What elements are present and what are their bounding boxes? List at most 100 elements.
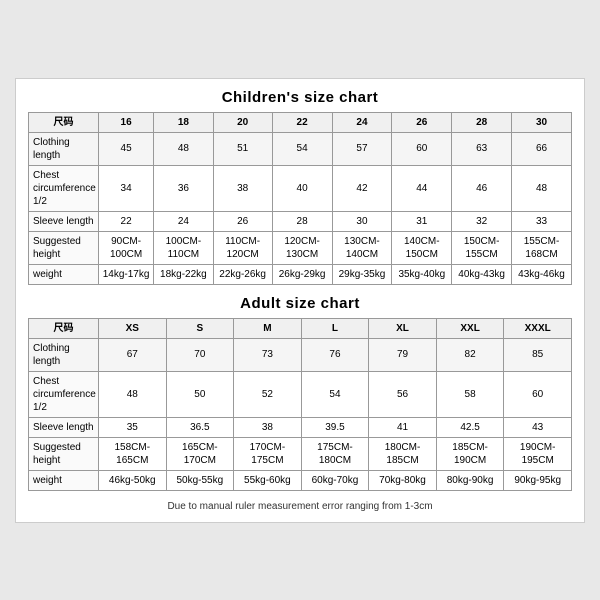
adult-cell-2-3: 39.5 <box>301 417 369 437</box>
children-cell-0-4: 57 <box>332 132 392 165</box>
children-cell-3-2: 110CM-120CM <box>213 231 272 264</box>
children-header-8: 30 <box>512 112 572 132</box>
adult-cell-1-5: 58 <box>436 371 504 417</box>
chart-container: Children's size chart 尺码1618202224262830… <box>15 78 585 523</box>
adult-cell-4-2: 55kg-60kg <box>234 470 302 490</box>
children-cell-1-5: 44 <box>392 165 452 211</box>
children-cell-1-6: 46 <box>452 165 512 211</box>
children-cell-1-0: 34 <box>99 165 154 211</box>
children-row-label-1: Chest circumference 1/2 <box>29 165 99 211</box>
children-row-2: Sleeve length2224262830313233 <box>29 211 572 231</box>
adult-chart-title: Adult size chart <box>28 295 572 312</box>
children-cell-2-6: 32 <box>452 211 512 231</box>
children-cell-4-2: 22kg-26kg <box>213 264 272 284</box>
adult-cell-1-4: 56 <box>369 371 437 417</box>
adult-cell-0-2: 73 <box>234 338 302 371</box>
children-cell-3-7: 155CM-168CM <box>512 231 572 264</box>
children-row-1: Chest circumference 1/23436384042444648 <box>29 165 572 211</box>
children-header-3: 20 <box>213 112 272 132</box>
children-row-0: Clothing length4548515457606366 <box>29 132 572 165</box>
adult-row-label-0: Clothing length <box>29 338 99 371</box>
adult-cell-2-6: 43 <box>504 417 572 437</box>
children-cell-2-1: 24 <box>154 211 213 231</box>
adult-row-label-1: Chest circumference 1/2 <box>29 371 99 417</box>
adult-cell-4-3: 60kg-70kg <box>301 470 369 490</box>
children-cell-3-3: 120CM-130CM <box>272 231 332 264</box>
children-cell-4-3: 26kg-29kg <box>272 264 332 284</box>
children-cell-2-2: 26 <box>213 211 272 231</box>
children-cell-2-5: 31 <box>392 211 452 231</box>
adult-cell-2-1: 36.5 <box>166 417 234 437</box>
adult-row-3: Suggested height158CM-165CM165CM-170CM17… <box>29 437 572 470</box>
children-header-6: 26 <box>392 112 452 132</box>
adult-cell-2-2: 38 <box>234 417 302 437</box>
children-header-5: 24 <box>332 112 392 132</box>
adult-cell-3-2: 170CM-175CM <box>234 437 302 470</box>
children-cell-0-5: 60 <box>392 132 452 165</box>
children-table: 尺码1618202224262830 Clothing length454851… <box>28 112 572 285</box>
children-header-0: 尺码 <box>29 112 99 132</box>
adult-cell-4-5: 80kg-90kg <box>436 470 504 490</box>
children-header-2: 18 <box>154 112 213 132</box>
adult-row-0: Clothing length67707376798285 <box>29 338 572 371</box>
children-cell-3-6: 150CM-155CM <box>452 231 512 264</box>
children-row-label-3: Suggested height <box>29 231 99 264</box>
children-cell-2-0: 22 <box>99 211 154 231</box>
adult-cell-0-6: 85 <box>504 338 572 371</box>
children-cell-3-4: 130CM-140CM <box>332 231 392 264</box>
adult-cell-0-4: 79 <box>369 338 437 371</box>
adult-cell-0-3: 76 <box>301 338 369 371</box>
children-cell-1-3: 40 <box>272 165 332 211</box>
adult-cell-0-5: 82 <box>436 338 504 371</box>
children-cell-4-6: 40kg-43kg <box>452 264 512 284</box>
children-header-1: 16 <box>99 112 154 132</box>
children-header-7: 28 <box>452 112 512 132</box>
adult-row-4: weight46kg-50kg50kg-55kg55kg-60kg60kg-70… <box>29 470 572 490</box>
adult-cell-1-3: 54 <box>301 371 369 417</box>
adult-header-1: XS <box>99 318 167 338</box>
adult-header-6: XXL <box>436 318 504 338</box>
adult-cell-3-3: 175CM-180CM <box>301 437 369 470</box>
note-text: Due to manual ruler measurement error ra… <box>28 501 572 512</box>
children-cell-0-2: 51 <box>213 132 272 165</box>
adult-cell-2-5: 42.5 <box>436 417 504 437</box>
children-cell-4-5: 35kg-40kg <box>392 264 452 284</box>
children-chart-title: Children's size chart <box>28 89 572 106</box>
adult-cell-2-0: 35 <box>99 417 167 437</box>
adult-cell-4-0: 46kg-50kg <box>99 470 167 490</box>
children-cell-3-1: 100CM-110CM <box>154 231 213 264</box>
adult-cell-1-1: 50 <box>166 371 234 417</box>
adult-cell-2-4: 41 <box>369 417 437 437</box>
adult-cell-1-2: 52 <box>234 371 302 417</box>
children-cell-2-7: 33 <box>512 211 572 231</box>
children-cell-3-0: 90CM-100CM <box>99 231 154 264</box>
children-cell-4-7: 43kg-46kg <box>512 264 572 284</box>
adult-cell-3-4: 180CM-185CM <box>369 437 437 470</box>
adult-header-3: M <box>234 318 302 338</box>
children-row-label-0: Clothing length <box>29 132 99 165</box>
adult-cell-4-6: 90kg-95kg <box>504 470 572 490</box>
children-cell-0-0: 45 <box>99 132 154 165</box>
children-row-label-2: Sleeve length <box>29 211 99 231</box>
adult-header-4: L <box>301 318 369 338</box>
adult-row-label-2: Sleeve length <box>29 417 99 437</box>
adult-table: 尺码XSSMLXLXXLXXXL Clothing length67707376… <box>28 318 572 491</box>
children-row-4: weight14kg-17kg18kg-22kg22kg-26kg26kg-29… <box>29 264 572 284</box>
adult-header-0: 尺码 <box>29 318 99 338</box>
adult-header-7: XXXL <box>504 318 572 338</box>
adult-header-5: XL <box>369 318 437 338</box>
children-cell-0-1: 48 <box>154 132 213 165</box>
children-cell-1-1: 36 <box>154 165 213 211</box>
adult-row-1: Chest circumference 1/248505254565860 <box>29 371 572 417</box>
children-header-4: 22 <box>272 112 332 132</box>
adult-cell-3-5: 185CM-190CM <box>436 437 504 470</box>
children-cell-2-4: 30 <box>332 211 392 231</box>
adult-row-label-3: Suggested height <box>29 437 99 470</box>
adult-header-2: S <box>166 318 234 338</box>
children-cell-0-6: 63 <box>452 132 512 165</box>
children-cell-4-1: 18kg-22kg <box>154 264 213 284</box>
children-row-3: Suggested height90CM-100CM100CM-110CM110… <box>29 231 572 264</box>
adult-cell-4-4: 70kg-80kg <box>369 470 437 490</box>
adult-cell-1-0: 48 <box>99 371 167 417</box>
adult-cell-0-1: 70 <box>166 338 234 371</box>
